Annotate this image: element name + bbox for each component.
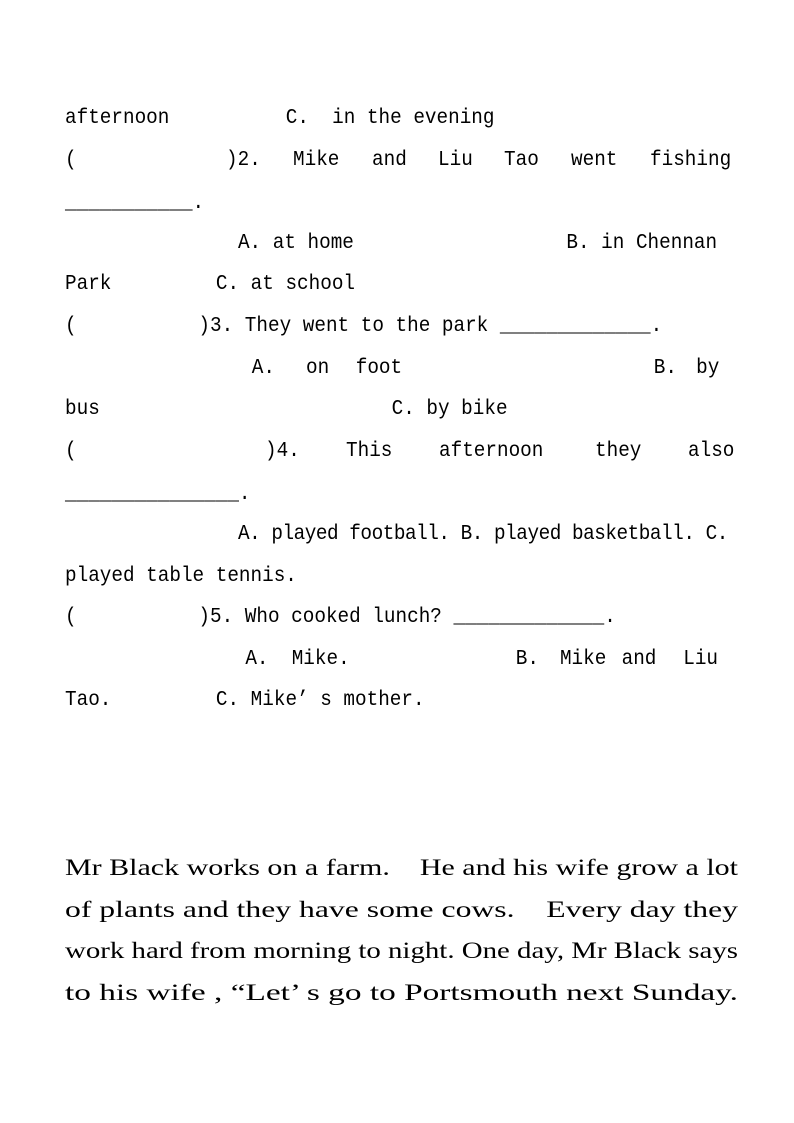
passage-line-text: Mr Black works on a farm. He and his wif… [65,855,738,880]
q1-option-b-continuation: afternoon [65,107,170,130]
question-2-stem: ( )2. Mike and Liu Tao went fishing [65,146,738,176]
q5-option-b-word: Liu [683,648,719,671]
passage-line-text: to his wife , “Let’ s go to Portsmouth n… [65,980,738,1005]
question-4-options: A. played football. B. played basketball… [65,520,728,550]
question-4-stem: ( )4. This afternoon they also [65,437,738,467]
question-3-options: A. on foot B. by [65,354,720,384]
stem-word: fishing [649,149,731,172]
q5-option-b-word: and [621,648,657,671]
answer-bracket-open: ( [65,149,77,172]
stem-word: also [687,440,734,463]
passage-line: work hard from morning to night. One day… [65,936,738,966]
question-5-stem: ( )5. Who cooked lunch? _____________. [65,603,684,633]
q3-option-b-continuation: bus [65,398,100,421]
q5-option-c: C. Mike’ s mother. [215,689,425,712]
question-4-options-continued: played table tennis. [65,565,297,588]
q5-option-a: A. Mike. [245,648,350,671]
question-number: )3. [198,315,234,338]
stem-word: Mike [292,149,339,172]
question-3-options-continued: bus C. by bike [65,395,684,425]
question-number: )2. [226,149,261,172]
passage-line-text: work hard from morning to night. One day… [65,938,738,963]
stem-word: This [345,440,392,463]
question-5-options: A. Mike. B. Mike and Liu [65,645,718,675]
q2-option-b: B. in Chennan [566,232,718,255]
q3-option-a-word: on [306,357,330,380]
stem-word: Liu [437,149,473,172]
stem-word: went [570,149,618,172]
question-4-blank: _______________. [65,483,251,506]
question-2-blank: ___________. [65,192,205,215]
passage-line-text: of plants and they have some cows. Every… [65,897,738,922]
passage-line: Mr Black works on a farm. He and his wif… [65,853,738,883]
question-3-text: )3. They went to the park _____________. [198,312,662,342]
stem-word: they [594,440,641,463]
question-2-options-continued: Park C. at school [65,270,684,300]
answer-bracket-open: ( [65,315,77,338]
question-number: )5. [198,606,234,629]
q2-option-a: A. at home [237,232,354,255]
stem-word: Tao [504,149,540,172]
q3-option-b-label: B. [653,357,678,380]
q1-option-c: C. in the evening [285,107,495,130]
question-5-options-continued: Tao. C. Mike’ s mother. [65,686,684,716]
question-2-options: A. at home B. in Chennan [65,229,717,259]
q3-option-a-word: foot [355,357,403,380]
q2-option-c: C. at school [215,273,356,296]
q3-option-c: C. by bike [391,398,508,421]
passage-line: to his wife , “Let’ s go to Portsmouth n… [65,978,738,1008]
q5-option-b-label: B. [515,648,540,671]
question-number: )4. [265,440,300,463]
question-3-stem: ( )3. They went to the park ____________… [65,312,684,342]
answer-bracket-open: ( [65,606,77,629]
q5-option-b-continuation: Tao. [65,689,112,712]
q2-option-b-continuation: Park [65,273,112,296]
q3-option-a-label: A. [251,357,275,380]
q5-option-b-word: Mike [559,648,607,671]
stem-text: Who cooked lunch? _____________. [244,606,616,629]
stem-word: and [371,149,407,172]
passage-line: of plants and they have some cows. Every… [65,895,738,925]
stem-word: afternoon [438,440,543,463]
answer-bracket-open: ( [65,440,77,463]
q1-options-continued: afternoon C. in the evening [65,104,684,134]
q3-option-b-word: by [696,357,720,380]
q4-options-text: A. played football. B. played basketball… [237,523,728,546]
stem-text: They went to the park _____________. [244,315,663,338]
question-5-text: )5. Who cooked lunch? _____________. [198,603,615,633]
